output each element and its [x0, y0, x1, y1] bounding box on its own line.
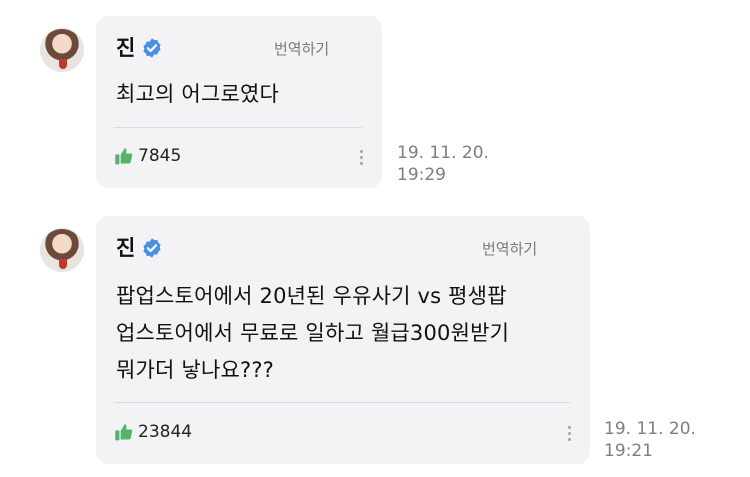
- comment-text-line: 팝업스토어에서 20년된 우유사기 vs 평생팝: [116, 284, 507, 308]
- like-count: 7845: [138, 146, 182, 166]
- like-count: 23844: [138, 422, 193, 442]
- more-vertical-icon[interactable]: [566, 426, 572, 444]
- comment-text-line: 업스토어에서 무료로 일하고 월급300원받기: [116, 321, 510, 345]
- author-row: 진: [116, 34, 163, 62]
- like-button[interactable]: 7845: [114, 146, 181, 166]
- timestamp-time: 19:21: [604, 441, 653, 461]
- author-name[interactable]: 진: [116, 234, 135, 262]
- thumbs-up-icon: [115, 148, 133, 165]
- comment-text-line: 최고의 어그로였다: [116, 82, 280, 106]
- translate-button[interactable]: 번역하기: [274, 38, 329, 59]
- like-button[interactable]: 23844: [114, 422, 192, 442]
- divider: [114, 127, 362, 128]
- comment-text: 최고의 어그로였다: [116, 76, 279, 113]
- timestamp: 19. 11. 20. 19:29: [397, 142, 489, 186]
- timestamp-date: 19. 11. 20.: [397, 143, 489, 163]
- timestamp-date: 19. 11. 20.: [604, 419, 696, 439]
- comment-text-line: 뭐가더 낳나요???: [116, 358, 275, 382]
- author-name[interactable]: 진: [116, 34, 135, 62]
- comment-bubble: 진 번역하기 최고의 어그로였다 7845: [96, 16, 382, 188]
- avatar[interactable]: [40, 28, 84, 72]
- timestamp-time: 19:29: [397, 165, 446, 185]
- divider: [114, 402, 570, 403]
- more-vertical-icon[interactable]: [358, 150, 364, 168]
- comment-bubble: 진 번역하기 팝업스토어에서 20년된 우유사기 vs 평생팝 업스토어에서 무…: [96, 216, 590, 464]
- verified-badge-icon: [143, 38, 161, 58]
- timestamp: 19. 11. 20. 19:21: [604, 418, 696, 462]
- verified-badge-icon: [143, 238, 161, 258]
- author-row: 진: [116, 234, 163, 262]
- thumbs-up-icon: [115, 424, 133, 441]
- avatar[interactable]: [40, 228, 84, 272]
- comment-text: 팝업스토어에서 20년된 우유사기 vs 평생팝 업스토어에서 무료로 일하고 …: [116, 278, 509, 389]
- translate-button[interactable]: 번역하기: [482, 238, 537, 259]
